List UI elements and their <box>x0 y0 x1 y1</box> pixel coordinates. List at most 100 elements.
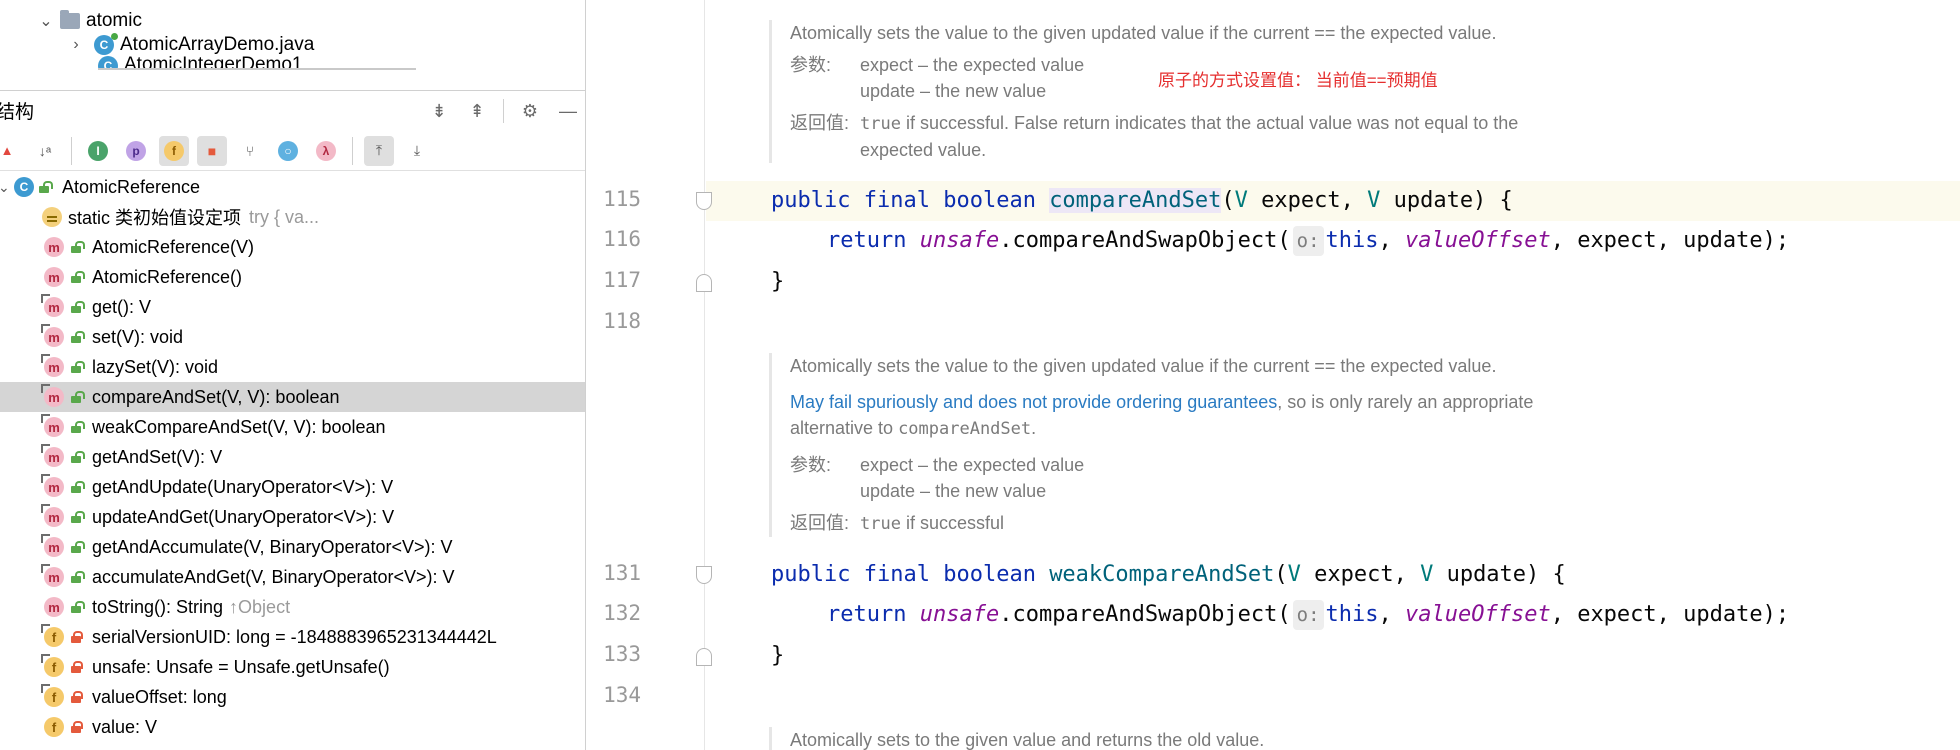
javadoc-block: Atomically sets the value to the given u… <box>769 20 1769 163</box>
structure-toolbar: ▲ ↓ᵃ I p f ■ ⑂ ○ λ ⤒ ⤓ <box>0 131 585 171</box>
method-icon: m <box>41 474 64 497</box>
sort-alpha-icon[interactable]: ↓ᵃ <box>30 136 60 166</box>
method-icon: m <box>41 354 64 377</box>
chevron-right-icon[interactable]: › <box>66 36 86 54</box>
doc-summary: Atomically sets the value to the given u… <box>790 23 1497 43</box>
show-non-public-icon[interactable]: ■ <box>197 135 227 166</box>
gear-icon[interactable]: ⚙ <box>518 99 542 123</box>
public-icon <box>70 331 85 343</box>
structure-item[interactable]: m AtomicReference() <box>0 262 585 292</box>
class-icon: C <box>98 56 118 68</box>
fold-icon[interactable] <box>696 648 712 666</box>
private-icon <box>70 631 83 643</box>
method-icon: m <box>41 384 64 407</box>
public-icon <box>70 601 85 613</box>
item-label: accumulateAndGet(V, BinaryOperator<V>): … <box>92 566 455 587</box>
fold-icon[interactable] <box>696 192 712 210</box>
left-panel: ⌄ atomic › C AtomicArrayDemo.java C Atom… <box>0 0 586 750</box>
public-icon <box>70 571 85 583</box>
method-icon: m <box>41 564 64 587</box>
method-icon: m <box>44 267 64 287</box>
line-number: 117 <box>603 268 641 292</box>
method-icon: m <box>41 444 64 467</box>
structure-title: 结构 <box>0 102 35 123</box>
chevron-down-icon[interactable]: ⌄ <box>36 11 56 31</box>
structure-item[interactable]: m updateAndGet(UnaryOperator<V>): V <box>0 502 585 532</box>
public-icon <box>38 181 53 193</box>
method-icon: m <box>41 324 64 347</box>
expand-all-icon[interactable]: ⇟ <box>427 99 451 123</box>
minimize-icon[interactable]: — <box>556 99 580 123</box>
file-label: AtomicArrayDemo.java <box>120 34 315 55</box>
method-icon: m <box>41 414 64 437</box>
item-label: serialVersionUID: long = -18488839652313… <box>92 626 497 647</box>
structure-item[interactable]: m weakCompareAndSet(V, V): boolean <box>0 412 585 442</box>
item-label: getAndAccumulate(V, BinaryOperator<V>): … <box>92 536 453 557</box>
chevron-down-icon[interactable]: ⌄ <box>0 179 12 196</box>
field-icon: f <box>41 654 64 677</box>
root-label: AtomicReference <box>62 176 201 197</box>
item-label: AtomicReference() <box>92 266 243 287</box>
doc-label: 参数: <box>790 55 832 75</box>
line-number: 132 <box>603 601 641 625</box>
method-name[interactable]: compareAndSet <box>1049 188 1222 213</box>
javadoc-block: Atomically sets the value to the given u… <box>769 353 1769 537</box>
public-icon <box>70 541 85 553</box>
line-number: 115 <box>603 187 641 211</box>
public-icon <box>70 361 85 373</box>
show-properties-icon[interactable]: p <box>121 136 151 166</box>
item-label: updateAndGet(UnaryOperator<V>): V <box>92 506 395 527</box>
fold-icon[interactable] <box>696 566 712 584</box>
structure-header: 结构 ⇟ ⇞ ⚙ — <box>0 90 585 130</box>
circle-icon[interactable]: ○ <box>273 136 303 166</box>
structure-item[interactable]: f serialVersionUID: long = -184888396523… <box>0 622 585 652</box>
show-fields-icon[interactable]: f <box>159 135 189 166</box>
doc-link[interactable]: May fail spuriously and does not provide… <box>790 392 1277 412</box>
code-line: } <box>771 269 785 294</box>
public-icon <box>70 511 85 523</box>
show-anonymous-icon[interactable]: ⑂ <box>235 136 265 166</box>
item-extra: try { va... <box>249 206 320 227</box>
structure-item[interactable]: m get(): V <box>0 292 585 322</box>
line-number: 133 <box>603 642 641 666</box>
method-name[interactable]: weakCompareAndSet <box>1049 562 1274 587</box>
structure-item[interactable]: m lazySet(V): void <box>0 352 585 382</box>
structure-item[interactable]: m getAndSet(V): V <box>0 442 585 472</box>
editor-gutter <box>587 0 705 750</box>
structure-item[interactable]: m toString(): String ↑Object <box>0 592 585 622</box>
public-icon <box>70 481 85 493</box>
annotation-note: 原子的方式设置值： 当前值==预期值 <box>1158 71 1438 90</box>
autoscroll-to-source-icon[interactable]: ⤓ <box>402 136 432 166</box>
show-lambdas-icon[interactable]: λ <box>311 136 341 166</box>
fold-icon[interactable] <box>696 274 712 292</box>
public-icon <box>70 421 85 433</box>
item-label: AtomicReference(V) <box>92 236 255 257</box>
doc-line: May fail spuriously and does not provide… <box>790 392 1534 412</box>
item-label: toString(): String <box>92 596 224 617</box>
method-icon: m <box>44 597 64 617</box>
structure-item[interactable]: f value: V <box>0 712 585 742</box>
item-label: valueOffset: long <box>92 686 227 707</box>
structure-item[interactable]: f valueOffset: long <box>0 682 585 712</box>
folder-icon <box>60 10 80 29</box>
autoscroll-from-source-icon[interactable]: ⤒ <box>364 135 394 166</box>
collapse-all-icon[interactable]: ⇞ <box>465 99 489 123</box>
show-inherited-icon[interactable]: I <box>83 136 113 166</box>
structure-item[interactable]: m getAndAccumulate(V, BinaryOperator<V>)… <box>0 532 585 562</box>
code-line: public final boolean compareAndSet(V exp… <box>771 188 1513 213</box>
tree-file-atomicintegerdemo1[interactable]: C AtomicIntegerDemo1 <box>98 54 416 70</box>
field-icon: f <box>41 624 64 647</box>
method-icon: m <box>41 534 64 557</box>
structure-item-static-init[interactable]: static 类初始值设定项 try { va... <box>0 202 585 232</box>
structure-root[interactable]: ⌄ C AtomicReference <box>0 172 585 202</box>
doc-returns: 返回值: true if successful <box>790 513 1004 534</box>
structure-item[interactable]: m set(V): void <box>0 322 585 352</box>
public-icon <box>70 301 85 313</box>
item-label: unsafe: Unsafe = Unsafe.getUnsafe() <box>92 656 390 677</box>
structure-item[interactable]: f unsafe: Unsafe = Unsafe.getUnsafe() <box>0 652 585 682</box>
structure-item[interactable]: m getAndUpdate(UnaryOperator<V>): V <box>0 472 585 502</box>
sort-visibility-icon[interactable]: ▲ <box>0 136 22 166</box>
structure-item[interactable]: m accumulateAndGet(V, BinaryOperator<V>)… <box>0 562 585 592</box>
structure-item-selected[interactable]: m compareAndSet(V, V): boolean <box>0 382 585 412</box>
structure-item[interactable]: m AtomicReference(V) <box>0 232 585 262</box>
